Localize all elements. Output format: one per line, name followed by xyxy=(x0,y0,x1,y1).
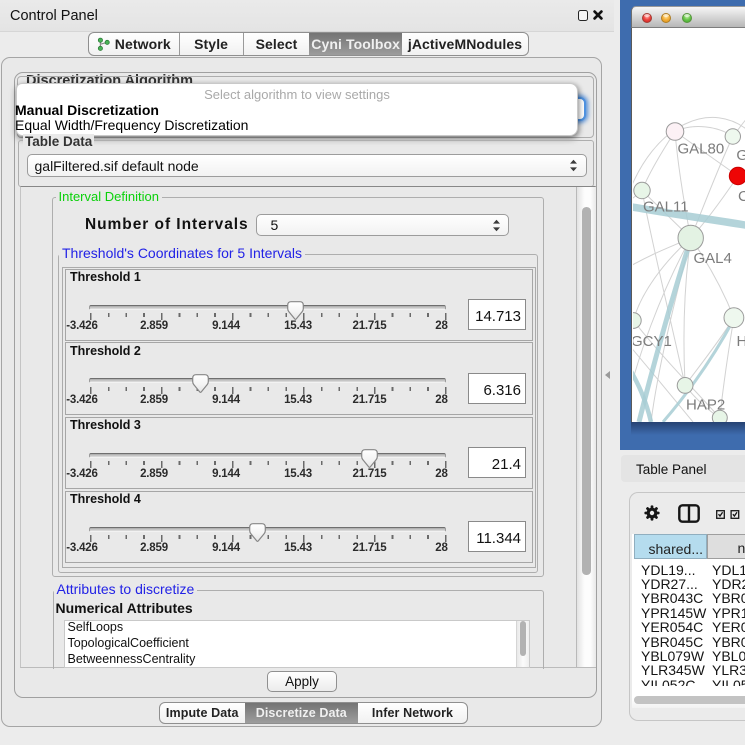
svg-text:G.: G. xyxy=(736,147,745,164)
svg-text:GAL4: GAL4 xyxy=(694,250,732,267)
svg-text:GAL80: GAL80 xyxy=(678,140,725,157)
svg-text:C: C xyxy=(738,188,745,205)
svg-text:HAP2: HAP2 xyxy=(686,396,725,413)
svg-text:H: H xyxy=(737,333,745,350)
svg-text:GCY1: GCY1 xyxy=(633,333,672,350)
svg-text:GAL11: GAL11 xyxy=(643,198,689,215)
